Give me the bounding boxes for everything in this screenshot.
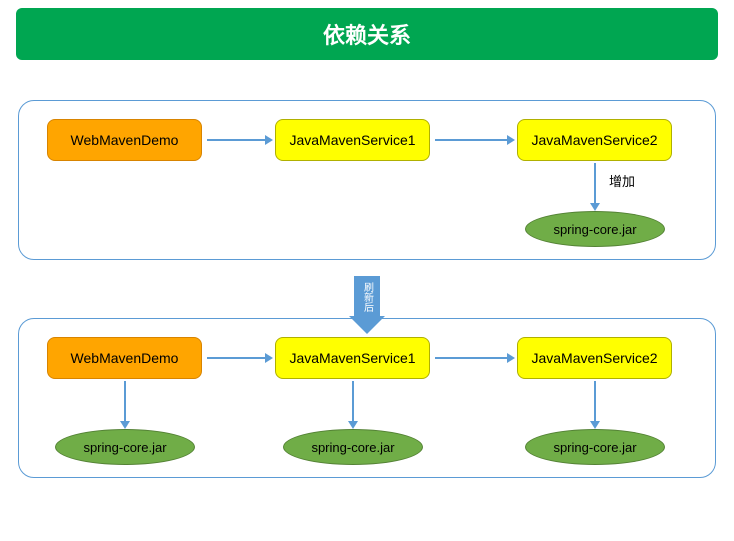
node-webmaven-top: WebMavenDemo: [47, 119, 202, 161]
arrow-h-icon: [207, 357, 265, 359]
arrow-h-icon: [207, 139, 265, 141]
node-webmaven-bottom: WebMavenDemo: [47, 337, 202, 379]
panel-before: WebMavenDemo JavaMavenService1 JavaMaven…: [18, 100, 716, 260]
arrow-h-icon: [435, 357, 507, 359]
arrow-v-icon: [124, 381, 126, 421]
jar-oval-1: spring-core.jar: [55, 429, 195, 465]
diagram-title: 依赖关系: [16, 8, 718, 60]
arrow-h-icon: [435, 139, 507, 141]
refresh-label: 刷新后: [354, 276, 380, 316]
add-label: 增加: [609, 171, 635, 190]
node-service1-top: JavaMavenService1: [275, 119, 430, 161]
arrow-v-icon: [594, 381, 596, 421]
arrow-v-icon: [594, 163, 596, 203]
node-service1-bottom: JavaMavenService1: [275, 337, 430, 379]
node-service2-top: JavaMavenService2: [517, 119, 672, 161]
jar-oval-2: spring-core.jar: [283, 429, 423, 465]
panel-after: WebMavenDemo JavaMavenService1 JavaMaven…: [18, 318, 716, 478]
jar-oval-top: spring-core.jar: [525, 211, 665, 247]
arrow-v-icon: [352, 381, 354, 421]
jar-oval-3: spring-core.jar: [525, 429, 665, 465]
node-service2-bottom: JavaMavenService2: [517, 337, 672, 379]
